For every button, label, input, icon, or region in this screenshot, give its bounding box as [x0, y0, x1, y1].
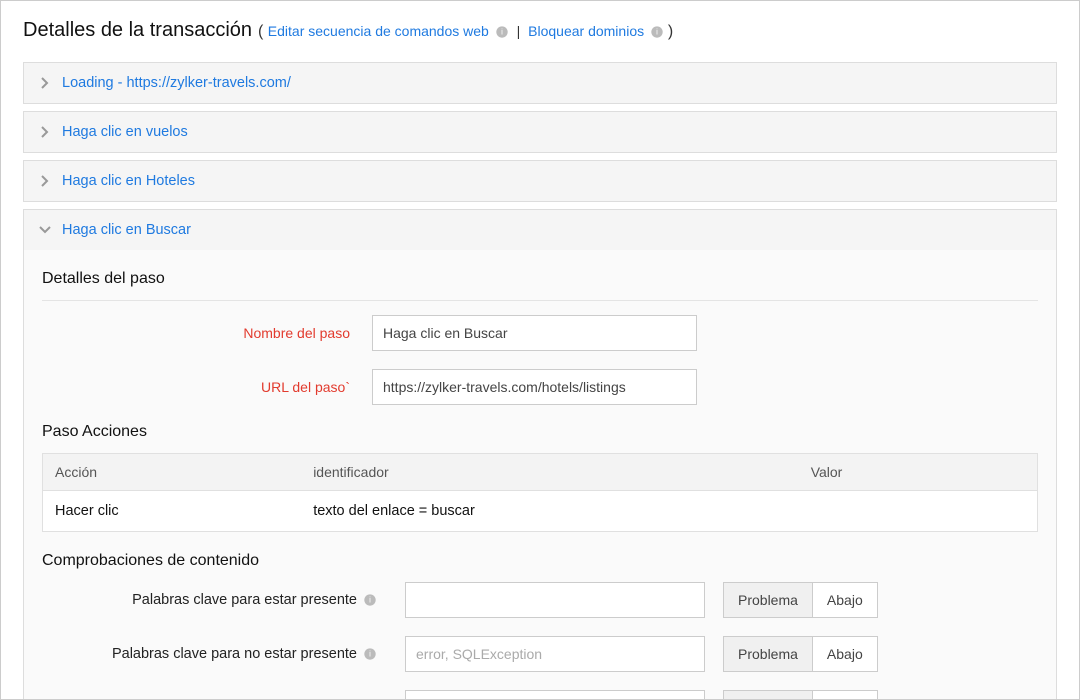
chevron-down-icon: [38, 223, 52, 237]
problem-button[interactable]: Problema: [724, 583, 813, 617]
col-action-header: Acción: [43, 454, 302, 491]
chevron-right-icon: [38, 76, 52, 90]
info-icon: i: [495, 25, 509, 39]
page-title: Detalles de la transacción: [23, 19, 252, 42]
edit-script-link[interactable]: Editar secuencia de comandos web: [268, 23, 489, 39]
chevron-right-icon: [38, 125, 52, 139]
step-name-input[interactable]: [372, 315, 697, 351]
step-title: Haga clic en vuelos: [62, 124, 188, 140]
step-row-loading[interactable]: Loading - https://zylker-travels.com/: [23, 62, 1057, 104]
col-value-header: Valor: [799, 454, 1038, 491]
step-title: Haga clic en Buscar: [62, 222, 191, 238]
down-button[interactable]: Abajo: [813, 691, 877, 700]
step-title: Loading - https://zylker-travels.com/: [62, 75, 291, 91]
problem-button[interactable]: Problema: [724, 691, 813, 700]
paren-open: (: [258, 23, 268, 40]
chevron-right-icon: [38, 174, 52, 188]
regex-input[interactable]: [405, 690, 705, 700]
actions-table: Acción identificador Valor Hacer clic te…: [42, 453, 1038, 532]
detail-heading: Detalles del paso: [42, 270, 1038, 288]
svg-text:i: i: [656, 28, 658, 37]
step-title: Haga clic en Hoteles: [62, 173, 195, 189]
keywords-present-input[interactable]: [405, 582, 705, 618]
step-name-label: Nombre del paso: [42, 325, 372, 341]
keywords-present-label: Palabras clave para estar presente i: [42, 592, 387, 608]
step-url-input[interactable]: [372, 369, 697, 405]
keywords-not-present-input[interactable]: [405, 636, 705, 672]
paren-close: ): [668, 23, 673, 40]
down-button[interactable]: Abajo: [813, 583, 877, 617]
severity-toggle[interactable]: Problema Abajo: [723, 636, 878, 672]
step-row-search[interactable]: Haga clic en Buscar: [23, 209, 1057, 250]
info-icon: i: [363, 593, 377, 607]
severity-toggle[interactable]: Problema Abajo: [723, 690, 878, 700]
keywords-not-present-label: Palabras clave para no estar presente i: [42, 646, 387, 662]
header-links: ( Editar secuencia de comandos web i | B…: [258, 23, 673, 41]
table-row: Hacer clic texto del enlace = buscar: [43, 491, 1038, 532]
value-cell: [799, 491, 1038, 532]
action-cell: Hacer clic: [43, 491, 302, 532]
svg-text:i: i: [501, 28, 503, 37]
severity-toggle[interactable]: Problema Abajo: [723, 582, 878, 618]
step-detail-panel: Detalles del paso Nombre del paso URL de…: [23, 250, 1057, 700]
identifier-cell: texto del enlace = buscar: [301, 491, 799, 532]
actions-heading: Paso Acciones: [42, 423, 1038, 441]
divider: [42, 300, 1038, 301]
info-icon: i: [363, 647, 377, 661]
svg-text:i: i: [369, 596, 371, 605]
separator: |: [517, 23, 521, 39]
col-id-header: identificador: [301, 454, 799, 491]
checks-heading: Comprobaciones de contenido: [42, 552, 1038, 570]
block-domains-link[interactable]: Bloquear dominios: [528, 23, 644, 39]
step-row-flights[interactable]: Haga clic en vuelos: [23, 111, 1057, 153]
problem-button[interactable]: Problema: [724, 637, 813, 671]
step-row-hotels[interactable]: Haga clic en Hoteles: [23, 160, 1057, 202]
svg-text:i: i: [369, 650, 371, 659]
info-icon: i: [650, 25, 664, 39]
down-button[interactable]: Abajo: [813, 637, 877, 671]
step-url-label: URL del paso`: [42, 379, 372, 395]
